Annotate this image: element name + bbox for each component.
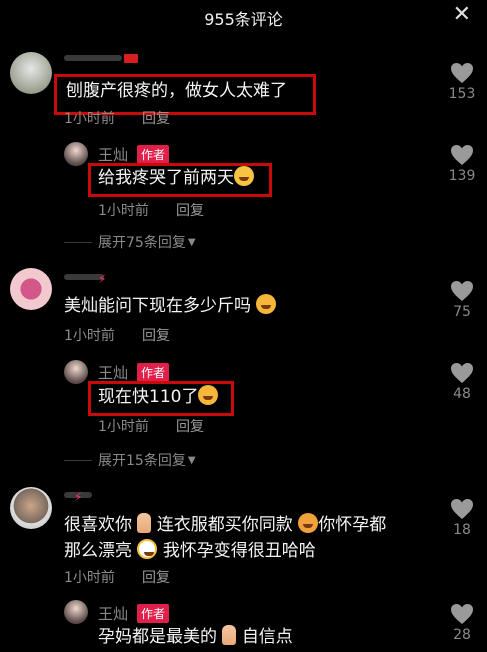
comment-text-line: 很喜欢你 连衣服都买你同款 你怀孕都	[64, 512, 434, 538]
grin-emoji-icon	[137, 539, 158, 559]
text-segment: 那么漂亮	[64, 541, 132, 561]
crying-laughing-emoji-icon	[234, 166, 254, 186]
ok-hand-icon	[222, 625, 237, 645]
comment-time: 1小时前	[64, 570, 115, 586]
text-segment: 你怀孕都	[318, 515, 387, 535]
comment-text-line: 那么漂亮 我怀孕变得很丑哈哈	[64, 538, 434, 564]
heart-icon	[451, 604, 473, 624]
comment-text: 很喜欢你 连衣服都买你同款 你怀孕都 那么漂亮 我怀孕变得很丑哈哈	[64, 512, 434, 564]
avatar[interactable]	[64, 600, 88, 624]
lightning-icon: ⚡	[98, 272, 107, 286]
expand-replies[interactable]: 展开15条回复 ▼	[64, 450, 196, 470]
heart-icon	[451, 281, 473, 301]
author-badge: 作者	[137, 363, 170, 382]
avatar[interactable]	[10, 268, 52, 310]
reply-button[interactable]: 回复	[176, 200, 204, 220]
reply-text: 现在快110了	[98, 384, 219, 410]
like-button[interactable]: 75	[442, 280, 482, 320]
lightning-icon: ⚡	[74, 490, 83, 504]
divider	[64, 459, 92, 461]
text-segment: 很喜欢你	[64, 515, 132, 535]
reply-button[interactable]: 回复	[142, 108, 170, 128]
text-segment: 我怀孕变得很丑哈哈	[162, 541, 316, 561]
comment-text: 美灿能问下现在多少斤吗	[64, 293, 277, 319]
like-button[interactable]: 18	[442, 498, 482, 538]
text-segment: 自信点	[241, 627, 293, 647]
expand-replies[interactable]: 展开75条回复 ▼	[64, 232, 196, 252]
reply-button[interactable]: 回复	[176, 416, 204, 436]
author-badge: 作者	[137, 604, 170, 623]
flag-icon	[124, 54, 138, 63]
triangle-down-icon: ▼	[187, 236, 196, 248]
grinning-squint-emoji-icon	[256, 294, 277, 314]
author-name[interactable]: 王灿	[98, 603, 128, 624]
comment-text-content: 美灿能问下现在多少斤吗	[64, 296, 251, 316]
text-segment: 连衣服都买你同款	[156, 515, 293, 535]
reply-text: 孕妈都是最美的 自信点	[98, 624, 293, 650]
like-count: 48	[453, 386, 471, 402]
author-badge: 作者	[137, 145, 170, 164]
like-button[interactable]: 139	[442, 144, 482, 184]
avatar[interactable]	[10, 52, 52, 94]
reply-time: 1小时前	[98, 419, 149, 435]
heart-icon	[451, 145, 473, 165]
comments-count-title: 955条评论	[204, 10, 283, 29]
heart-icon	[451, 499, 473, 519]
kiss-emoji-icon	[298, 513, 319, 533]
heart-icon	[451, 63, 473, 83]
text-segment: 孕妈都是最美的	[98, 627, 217, 647]
ok-hand-icon	[137, 513, 152, 533]
reply-text-content: 给我疼哭了前两天	[98, 168, 234, 188]
avatar[interactable]	[64, 142, 88, 166]
like-button[interactable]: 48	[442, 362, 482, 402]
like-count: 153	[448, 86, 476, 102]
avatar[interactable]	[64, 360, 88, 384]
reply-text: 给我疼哭了前两天	[98, 165, 254, 191]
avatar[interactable]	[10, 487, 52, 529]
username-blurred[interactable]	[64, 274, 124, 280]
comment-time: 1小时前	[64, 328, 115, 344]
author-name[interactable]: 王灿	[98, 362, 128, 383]
like-button[interactable]: 153	[442, 62, 482, 102]
divider	[64, 241, 92, 243]
reply-time: 1小时前	[98, 203, 149, 219]
comment-text: 刨腹产很疼的，做女人太难了	[66, 81, 287, 101]
author-name[interactable]: 王灿	[98, 144, 128, 165]
reply-button[interactable]: 回复	[142, 567, 170, 587]
comment-time: 1小时前	[64, 111, 115, 127]
expand-replies-label: 展开75条回复	[98, 235, 186, 251]
heart-icon	[451, 363, 473, 383]
triangle-down-icon: ▼	[187, 454, 196, 466]
like-count: 75	[453, 304, 471, 320]
like-count: 28	[453, 627, 471, 643]
like-count: 139	[448, 168, 476, 184]
close-icon[interactable]: ✕	[453, 2, 471, 27]
smirk-emoji-icon	[198, 385, 219, 405]
reply-button[interactable]: 回复	[142, 325, 170, 345]
username-blurred[interactable]	[64, 492, 104, 498]
like-count: 18	[453, 522, 471, 538]
like-button[interactable]: 28	[442, 603, 482, 643]
expand-replies-label: 展开15条回复	[98, 453, 186, 469]
reply-text-content: 现在快110了	[98, 387, 199, 407]
